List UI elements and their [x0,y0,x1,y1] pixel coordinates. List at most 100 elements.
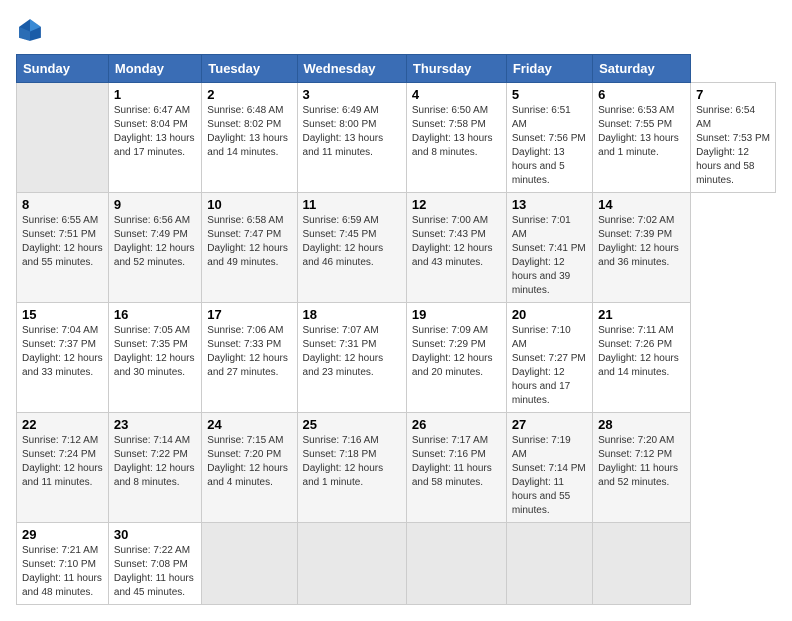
day-info: Sunrise: 6:51 AMSunset: 7:56 PMDaylight:… [512,104,587,188]
day-info: Sunrise: 6:54 AMSunset: 7:53 PMDaylight:… [696,104,770,188]
calendar-cell [202,523,297,605]
week-row-3: 15 Sunrise: 7:04 AMSunset: 7:37 PMDaylig… [17,303,776,413]
col-header-thursday: Thursday [406,55,506,83]
day-number: 10 [207,197,291,212]
day-number: 12 [412,197,501,212]
calendar-cell: 20 Sunrise: 7:10 AMSunset: 7:27 PMDaylig… [506,303,592,413]
day-number: 11 [303,197,401,212]
day-number: 26 [412,417,501,432]
day-info: Sunrise: 7:01 AMSunset: 7:41 PMDaylight:… [512,214,587,298]
day-info: Sunrise: 7:16 AMSunset: 7:18 PMDaylight:… [303,434,401,490]
col-header-friday: Friday [506,55,592,83]
day-number: 5 [512,87,587,102]
day-info: Sunrise: 6:48 AMSunset: 8:02 PMDaylight:… [207,104,291,160]
day-number: 16 [114,307,196,322]
calendar-cell: 28 Sunrise: 7:20 AMSunset: 7:12 PMDaylig… [593,413,691,523]
day-info: Sunrise: 6:47 AMSunset: 8:04 PMDaylight:… [114,104,196,160]
calendar-cell [17,83,109,193]
calendar-cell [506,523,592,605]
day-number: 25 [303,417,401,432]
day-info: Sunrise: 6:50 AMSunset: 7:58 PMDaylight:… [412,104,501,160]
calendar-cell: 10 Sunrise: 6:58 AMSunset: 7:47 PMDaylig… [202,193,297,303]
day-number: 30 [114,527,196,542]
calendar-cell: 12 Sunrise: 7:00 AMSunset: 7:43 PMDaylig… [406,193,506,303]
day-info: Sunrise: 7:02 AMSunset: 7:39 PMDaylight:… [598,214,685,270]
day-number: 19 [412,307,501,322]
calendar-cell: 9 Sunrise: 6:56 AMSunset: 7:49 PMDayligh… [108,193,201,303]
day-info: Sunrise: 6:55 AMSunset: 7:51 PMDaylight:… [22,214,103,270]
day-info: Sunrise: 7:05 AMSunset: 7:35 PMDaylight:… [114,324,196,380]
col-header-sunday: Sunday [17,55,109,83]
calendar-cell: 3 Sunrise: 6:49 AMSunset: 8:00 PMDayligh… [297,83,406,193]
day-info: Sunrise: 7:21 AMSunset: 7:10 PMDaylight:… [22,544,103,600]
day-number: 23 [114,417,196,432]
day-number: 14 [598,197,685,212]
day-info: Sunrise: 6:49 AMSunset: 8:00 PMDaylight:… [303,104,401,160]
day-info: Sunrise: 7:06 AMSunset: 7:33 PMDaylight:… [207,324,291,380]
calendar-cell: 14 Sunrise: 7:02 AMSunset: 7:39 PMDaylig… [593,193,691,303]
day-number: 3 [303,87,401,102]
day-number: 27 [512,417,587,432]
calendar-cell: 15 Sunrise: 7:04 AMSunset: 7:37 PMDaylig… [17,303,109,413]
day-info: Sunrise: 7:07 AMSunset: 7:31 PMDaylight:… [303,324,401,380]
day-info: Sunrise: 7:10 AMSunset: 7:27 PMDaylight:… [512,324,587,408]
day-info: Sunrise: 7:22 AMSunset: 7:08 PMDaylight:… [114,544,196,600]
day-number: 18 [303,307,401,322]
calendar-cell: 23 Sunrise: 7:14 AMSunset: 7:22 PMDaylig… [108,413,201,523]
calendar-cell: 24 Sunrise: 7:15 AMSunset: 7:20 PMDaylig… [202,413,297,523]
day-number: 2 [207,87,291,102]
day-info: Sunrise: 6:59 AMSunset: 7:45 PMDaylight:… [303,214,401,270]
day-number: 4 [412,87,501,102]
day-info: Sunrise: 6:53 AMSunset: 7:55 PMDaylight:… [598,104,685,160]
calendar-cell [593,523,691,605]
day-number: 24 [207,417,291,432]
calendar-cell: 11 Sunrise: 6:59 AMSunset: 7:45 PMDaylig… [297,193,406,303]
calendar-cell: 27 Sunrise: 7:19 AMSunset: 7:14 PMDaylig… [506,413,592,523]
calendar-cell: 8 Sunrise: 6:55 AMSunset: 7:51 PMDayligh… [17,193,109,303]
day-number: 8 [22,197,103,212]
calendar-cell: 22 Sunrise: 7:12 AMSunset: 7:24 PMDaylig… [17,413,109,523]
logo-icon [16,16,44,44]
day-number: 17 [207,307,291,322]
calendar-cell [297,523,406,605]
day-info: Sunrise: 7:12 AMSunset: 7:24 PMDaylight:… [22,434,103,490]
calendar-cell: 30 Sunrise: 7:22 AMSunset: 7:08 PMDaylig… [108,523,201,605]
calendar-cell: 1 Sunrise: 6:47 AMSunset: 8:04 PMDayligh… [108,83,201,193]
day-info: Sunrise: 6:58 AMSunset: 7:47 PMDaylight:… [207,214,291,270]
calendar-cell: 19 Sunrise: 7:09 AMSunset: 7:29 PMDaylig… [406,303,506,413]
day-number: 22 [22,417,103,432]
calendar-cell: 18 Sunrise: 7:07 AMSunset: 7:31 PMDaylig… [297,303,406,413]
calendar-cell: 21 Sunrise: 7:11 AMSunset: 7:26 PMDaylig… [593,303,691,413]
day-info: Sunrise: 7:11 AMSunset: 7:26 PMDaylight:… [598,324,685,380]
day-info: Sunrise: 7:17 AMSunset: 7:16 PMDaylight:… [412,434,501,490]
calendar-cell: 4 Sunrise: 6:50 AMSunset: 7:58 PMDayligh… [406,83,506,193]
page-header [16,16,776,44]
day-info: Sunrise: 7:09 AMSunset: 7:29 PMDaylight:… [412,324,501,380]
day-number: 6 [598,87,685,102]
day-number: 20 [512,307,587,322]
week-row-1: 1 Sunrise: 6:47 AMSunset: 8:04 PMDayligh… [17,83,776,193]
col-header-monday: Monday [108,55,201,83]
day-number: 29 [22,527,103,542]
day-number: 9 [114,197,196,212]
day-info: Sunrise: 7:20 AMSunset: 7:12 PMDaylight:… [598,434,685,490]
calendar-cell: 26 Sunrise: 7:17 AMSunset: 7:16 PMDaylig… [406,413,506,523]
day-number: 28 [598,417,685,432]
calendar-cell: 25 Sunrise: 7:16 AMSunset: 7:18 PMDaylig… [297,413,406,523]
col-header-tuesday: Tuesday [202,55,297,83]
day-number: 21 [598,307,685,322]
day-info: Sunrise: 7:19 AMSunset: 7:14 PMDaylight:… [512,434,587,518]
calendar-cell: 5 Sunrise: 6:51 AMSunset: 7:56 PMDayligh… [506,83,592,193]
day-info: Sunrise: 7:15 AMSunset: 7:20 PMDaylight:… [207,434,291,490]
calendar-cell: 7 Sunrise: 6:54 AMSunset: 7:53 PMDayligh… [691,83,776,193]
calendar-cell: 6 Sunrise: 6:53 AMSunset: 7:55 PMDayligh… [593,83,691,193]
day-info: Sunrise: 7:14 AMSunset: 7:22 PMDaylight:… [114,434,196,490]
day-number: 7 [696,87,770,102]
calendar-cell: 2 Sunrise: 6:48 AMSunset: 8:02 PMDayligh… [202,83,297,193]
day-number: 1 [114,87,196,102]
day-number: 15 [22,307,103,322]
calendar-cell: 13 Sunrise: 7:01 AMSunset: 7:41 PMDaylig… [506,193,592,303]
day-info: Sunrise: 7:00 AMSunset: 7:43 PMDaylight:… [412,214,501,270]
logo [16,16,48,44]
col-header-wednesday: Wednesday [297,55,406,83]
